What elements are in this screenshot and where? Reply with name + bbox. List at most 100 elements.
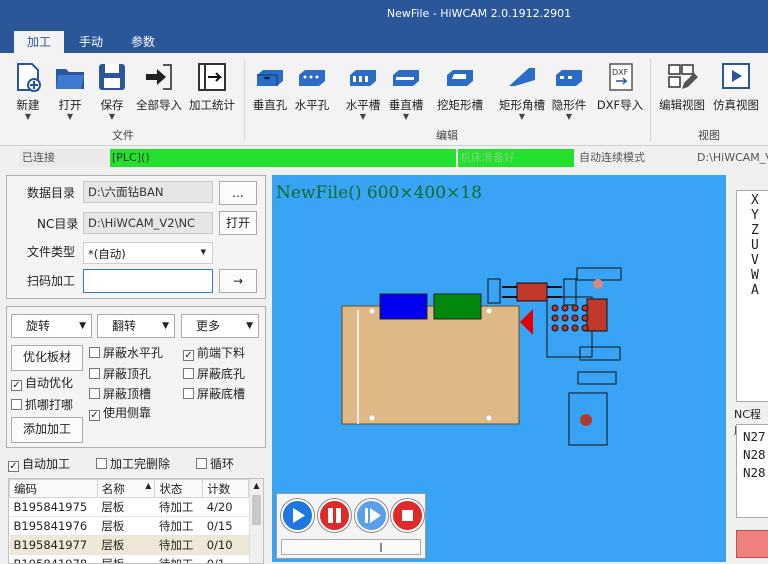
checkbox-icon xyxy=(89,368,100,379)
view-group-label: 视图 xyxy=(698,129,720,142)
mask-top-slot-checkbox[interactable]: 屏蔽顶槽 xyxy=(89,386,151,402)
axis-a: A xyxy=(751,283,759,298)
scan-input[interactable] xyxy=(83,269,213,293)
hidden-part-button[interactable]: 隐形件 ▼ xyxy=(549,59,589,127)
new-button[interactable]: 新建 ▼ xyxy=(8,59,48,127)
col-code[interactable]: 编码 xyxy=(9,479,98,498)
horizontal-hole-button[interactable]: 水平孔 xyxy=(292,59,332,127)
pocket-icon xyxy=(444,61,476,93)
auto-button[interactable] xyxy=(736,530,768,558)
nc-line: N28 xyxy=(743,447,766,462)
axis-w: W xyxy=(751,268,759,283)
table-row[interactable]: B195841975 层板 待加工 4/20 xyxy=(9,497,249,517)
connection-status: 已连接 xyxy=(20,149,108,167)
mask-hhole-checkbox[interactable]: 屏蔽水平孔 xyxy=(89,345,163,361)
cell-count: 4/20 xyxy=(202,497,249,517)
vertical-hole-button[interactable]: 垂直孔 xyxy=(250,59,290,127)
edit-view-icon xyxy=(666,61,698,93)
front-unload-label: 前端下料 xyxy=(197,346,246,360)
axis-y: Y xyxy=(751,208,759,223)
tab-process[interactable]: 加工 xyxy=(14,31,64,53)
loop-checkbox[interactable]: 循环 xyxy=(196,456,234,472)
nc-dir-field[interactable]: D:\HiWCAM_V2\NC xyxy=(83,212,213,234)
horizontal-slot-button[interactable]: 水平槽 ▼ xyxy=(342,59,384,127)
col-status[interactable]: 状态 xyxy=(154,479,204,498)
tab-manual[interactable]: 手动 xyxy=(68,31,114,53)
table-row[interactable]: B195841978 层板 待加工 0/1 xyxy=(9,554,249,563)
mask-bottom-hole-checkbox[interactable]: 屏蔽底孔 xyxy=(183,366,245,382)
vertical-slot-button[interactable]: 垂直槽 ▼ xyxy=(385,59,427,127)
import-all-button[interactable]: 全部导入 xyxy=(133,59,185,127)
axis-z: Z xyxy=(751,223,759,238)
browse-button[interactable]: ... xyxy=(219,181,257,205)
flip-dropdown[interactable]: 翻转 ▼ xyxy=(97,314,175,338)
pocket-button[interactable]: 挖矩形槽 xyxy=(434,59,486,127)
stats-button[interactable]: 加工统计 xyxy=(186,59,238,127)
table-row[interactable]: B195841976 层板 待加工 0/15 xyxy=(9,516,249,536)
cell-name: 层板 xyxy=(97,516,155,536)
dxf-import-button[interactable]: DXF DXF导入 xyxy=(596,59,644,127)
save-button[interactable]: 保存 ▼ xyxy=(92,59,132,127)
data-dir-field[interactable]: D:\六面钻BAN xyxy=(83,181,213,203)
scroll-thumb[interactable] xyxy=(252,495,261,525)
open-label: 打开 xyxy=(58,98,82,112)
cell-code: B195841976 xyxy=(9,516,98,536)
pocket-label: 挖矩形槽 xyxy=(437,98,483,112)
pause-button[interactable] xyxy=(318,499,351,532)
check-icon: ✓ xyxy=(11,380,22,391)
front-unload-checkbox[interactable]: ✓ 前端下料 xyxy=(183,345,245,361)
rotate-dropdown[interactable]: 旋转 ▼ xyxy=(11,314,92,338)
slider-thumb[interactable] xyxy=(380,543,382,552)
grab-checkbox[interactable]: 抓哪打哪 xyxy=(11,397,73,413)
stop-button[interactable] xyxy=(391,499,424,532)
pause-icon xyxy=(328,508,341,523)
playback-panel xyxy=(276,493,426,559)
mask-bottom-slot-checkbox[interactable]: 屏蔽底槽 xyxy=(183,386,245,402)
import-arrow-icon xyxy=(143,61,175,93)
open-button[interactable]: 打开 ▼ xyxy=(50,59,90,127)
scrollbar[interactable]: ▲ xyxy=(249,479,263,563)
auto-process-checkbox[interactable]: ✓ 自动加工 xyxy=(8,456,70,472)
delete-done-checkbox[interactable]: 加工完删除 xyxy=(96,456,170,472)
sort-up-icon: ▲ xyxy=(145,480,152,490)
grab-label: 抓哪打哪 xyxy=(25,398,74,412)
edit-group-label: 编辑 xyxy=(436,129,458,142)
step-button[interactable] xyxy=(355,499,388,532)
col-count[interactable]: 计数 xyxy=(202,479,249,498)
cell-name: 层板 xyxy=(97,535,155,555)
col-name[interactable]: 名称 ▲ xyxy=(96,479,156,498)
checkbox-icon xyxy=(11,399,22,410)
checkbox-icon xyxy=(89,388,100,399)
optimize-button[interactable]: 优化板材 xyxy=(11,345,83,371)
open-nc-button[interactable]: 打开 xyxy=(219,211,257,235)
stats-icon xyxy=(196,61,228,93)
status-row: 已连接 [PLC]() 机床准备好 自动连续模式 D:\HiWCAM_V2 xyxy=(0,147,768,169)
speed-slider[interactable] xyxy=(281,539,421,555)
nc-line: N27 xyxy=(743,429,766,444)
auto-optimize-checkbox[interactable]: ✓ 自动优化 xyxy=(11,375,73,391)
rect-corner-button[interactable]: 矩形角槽 ▼ xyxy=(496,59,548,127)
axis-u: U xyxy=(751,238,759,253)
import-all-label: 全部导入 xyxy=(136,98,182,112)
edit-view-button[interactable]: 编辑视图 xyxy=(656,59,708,127)
mask-top-hole-checkbox[interactable]: 屏蔽顶孔 xyxy=(89,366,151,382)
file-type-value: *(自动) xyxy=(88,247,126,261)
mask-top-hole-label: 屏蔽顶孔 xyxy=(103,367,152,381)
sim-view-button[interactable]: 仿真视图 xyxy=(710,59,762,127)
tab-params[interactable]: 参数 xyxy=(120,31,166,53)
data-dir-label: 数据目录 xyxy=(27,186,76,200)
nc-program-list[interactable]: N27 N28 N28 xyxy=(736,424,768,518)
file-type-select[interactable]: *(自动) ▼ xyxy=(83,242,213,264)
scroll-up-icon[interactable]: ▲ xyxy=(250,479,263,493)
table-row[interactable]: B195841977 层板 待加工 0/10 xyxy=(9,535,249,555)
group-divider xyxy=(244,59,245,141)
machine-canvas[interactable]: NewFile() 600×400×18 xyxy=(272,175,726,562)
more-dropdown[interactable]: 更多 ▼ xyxy=(181,314,259,338)
play-button[interactable] xyxy=(281,499,314,532)
mask-bottom-slot-label: 屏蔽底槽 xyxy=(197,387,246,401)
scan-go-button[interactable]: → xyxy=(219,269,257,293)
use-side-checkbox[interactable]: ✓ 使用侧靠 xyxy=(89,405,151,421)
more-label: 更多 xyxy=(196,319,221,333)
horizontal-hole-icon xyxy=(296,61,328,93)
add-process-button[interactable]: 添加加工 xyxy=(11,417,83,443)
